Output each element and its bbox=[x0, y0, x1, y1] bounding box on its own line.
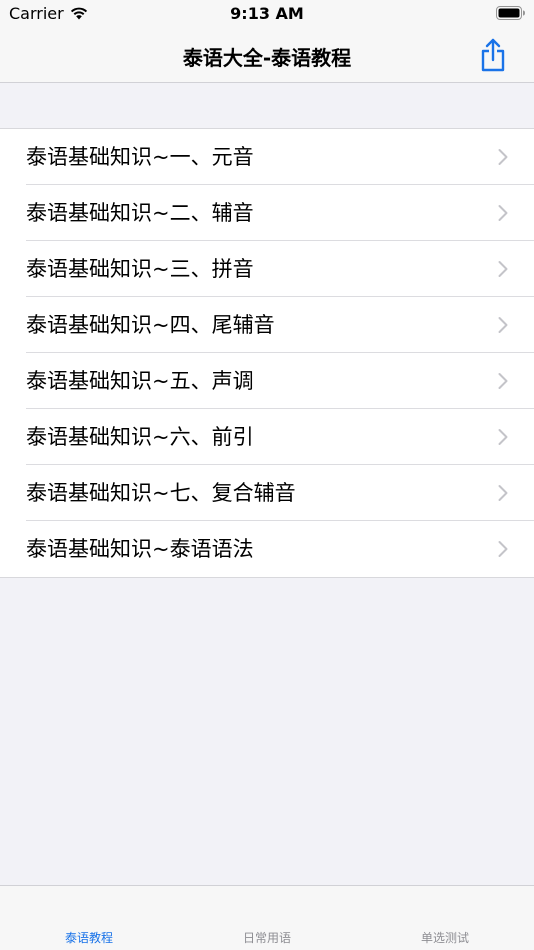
share-button[interactable] bbox=[478, 36, 508, 74]
battery-icon bbox=[496, 6, 526, 20]
list-item-label: 泰语基础知识~五、声调 bbox=[26, 368, 254, 393]
lesson-list: 泰语基础知识~一、元音 泰语基础知识~二、辅音 泰语基础知识~三、拼音 泰语基础… bbox=[0, 128, 534, 578]
tab-bar: 泰语教程 日常用语 单选测试 bbox=[0, 885, 534, 950]
share-icon bbox=[481, 38, 505, 72]
chevron-right-icon bbox=[498, 373, 508, 390]
list-item-label: 泰语基础知识~二、辅音 bbox=[26, 200, 254, 225]
chevron-right-icon bbox=[498, 485, 508, 502]
chevron-right-icon bbox=[498, 205, 508, 222]
chevron-right-icon bbox=[498, 429, 508, 446]
chevron-right-icon bbox=[498, 149, 508, 166]
list-item-label: 泰语基础知识~四、尾辅音 bbox=[26, 312, 275, 337]
status-bar: Carrier 9:13 AM bbox=[0, 0, 534, 32]
list-item-label: 泰语基础知识~三、拼音 bbox=[26, 256, 254, 281]
navigation-bar: 泰语大全-泰语教程 bbox=[0, 32, 534, 83]
list-item-label: 泰语基础知识~一、元音 bbox=[26, 144, 254, 169]
list-item-label: 泰语基础知识~六、前引 bbox=[26, 424, 254, 449]
list-item[interactable]: 泰语基础知识~一、元音 bbox=[0, 129, 534, 185]
list-item[interactable]: 泰语基础知识~六、前引 bbox=[0, 409, 534, 465]
chevron-right-icon bbox=[498, 261, 508, 278]
list-item[interactable]: 泰语基础知识~五、声调 bbox=[0, 353, 534, 409]
list-item-label: 泰语基础知识~泰语语法 bbox=[26, 536, 254, 561]
status-time: 9:13 AM bbox=[230, 4, 304, 23]
list-item[interactable]: 泰语基础知识~七、复合辅音 bbox=[0, 465, 534, 521]
list-item[interactable]: 泰语基础知识~二、辅音 bbox=[0, 185, 534, 241]
tab-quiz[interactable]: 单选测试 bbox=[356, 929, 534, 946]
list-item-label: 泰语基础知识~七、复合辅音 bbox=[26, 480, 296, 505]
list-item[interactable]: 泰语基础知识~三、拼音 bbox=[0, 241, 534, 297]
chevron-right-icon bbox=[498, 317, 508, 334]
tab-thai-tutorial[interactable]: 泰语教程 bbox=[0, 929, 178, 946]
list-item[interactable]: 泰语基础知识~泰语语法 bbox=[0, 521, 534, 577]
tab-daily-phrases[interactable]: 日常用语 bbox=[178, 929, 356, 946]
list-item[interactable]: 泰语基础知识~四、尾辅音 bbox=[0, 297, 534, 353]
page-title: 泰语大全-泰语教程 bbox=[182, 46, 352, 70]
chevron-right-icon bbox=[498, 541, 508, 558]
